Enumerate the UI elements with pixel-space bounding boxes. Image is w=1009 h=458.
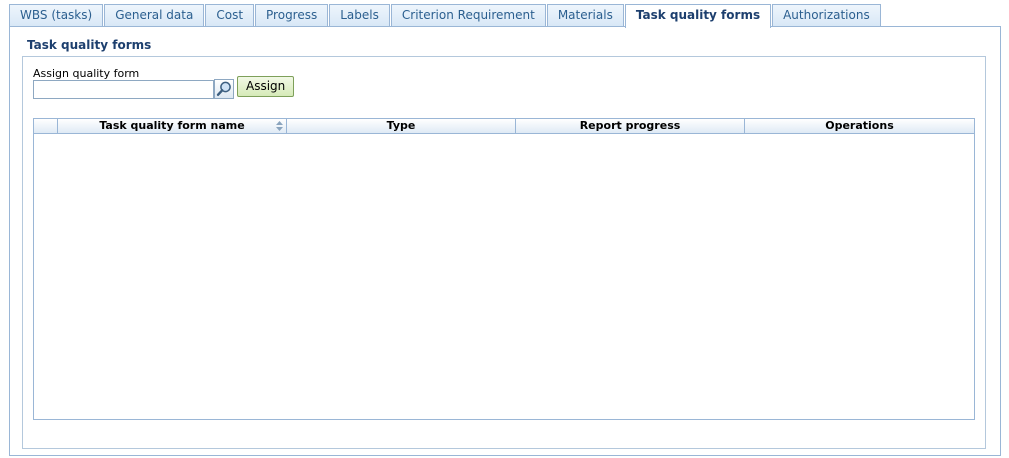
tab-labels[interactable]: Labels	[329, 4, 390, 27]
tab-general-data[interactable]: General data	[104, 4, 205, 27]
tab-authorizations[interactable]: Authorizations	[772, 4, 881, 27]
tab-cost[interactable]: Cost	[205, 4, 255, 27]
tab-criterion-requirement[interactable]: Criterion Requirement	[390, 4, 546, 27]
search-button[interactable]	[214, 79, 234, 99]
assign-quality-form-label: Assign quality form	[33, 67, 140, 80]
column-header-operations: Operations	[825, 119, 894, 132]
tab-task-quality-forms[interactable]: Task quality forms	[624, 4, 772, 28]
column-header-form-name[interactable]: Task quality form name	[58, 119, 287, 133]
assign-button[interactable]: Assign	[237, 76, 295, 97]
grid-header: Task quality form name Type Report progr…	[34, 119, 974, 134]
tab-bar: WBS (tasks) General data Cost Progress L…	[9, 4, 882, 28]
tab-progress[interactable]: Progress	[255, 4, 329, 27]
section-title: Task quality forms	[27, 38, 152, 52]
quality-forms-groupbox: Assign quality form Assign Task quality …	[22, 56, 986, 449]
task-quality-forms-panel: Task quality forms Assign quality form A…	[9, 26, 1001, 456]
tab-materials[interactable]: Materials	[546, 4, 624, 27]
column-header-label: Task quality form name	[99, 119, 245, 132]
tab-wbs-tasks[interactable]: WBS (tasks)	[9, 4, 104, 27]
column-header-expand	[34, 119, 58, 133]
assign-quality-form-input[interactable]	[33, 80, 214, 99]
quality-forms-grid: Task quality form name Type Report progr…	[33, 118, 975, 420]
search-icon	[216, 81, 231, 97]
column-header-report-progress: Report progress	[516, 119, 745, 133]
sort-icon[interactable]	[276, 121, 283, 131]
column-header-type: Type	[287, 119, 516, 133]
